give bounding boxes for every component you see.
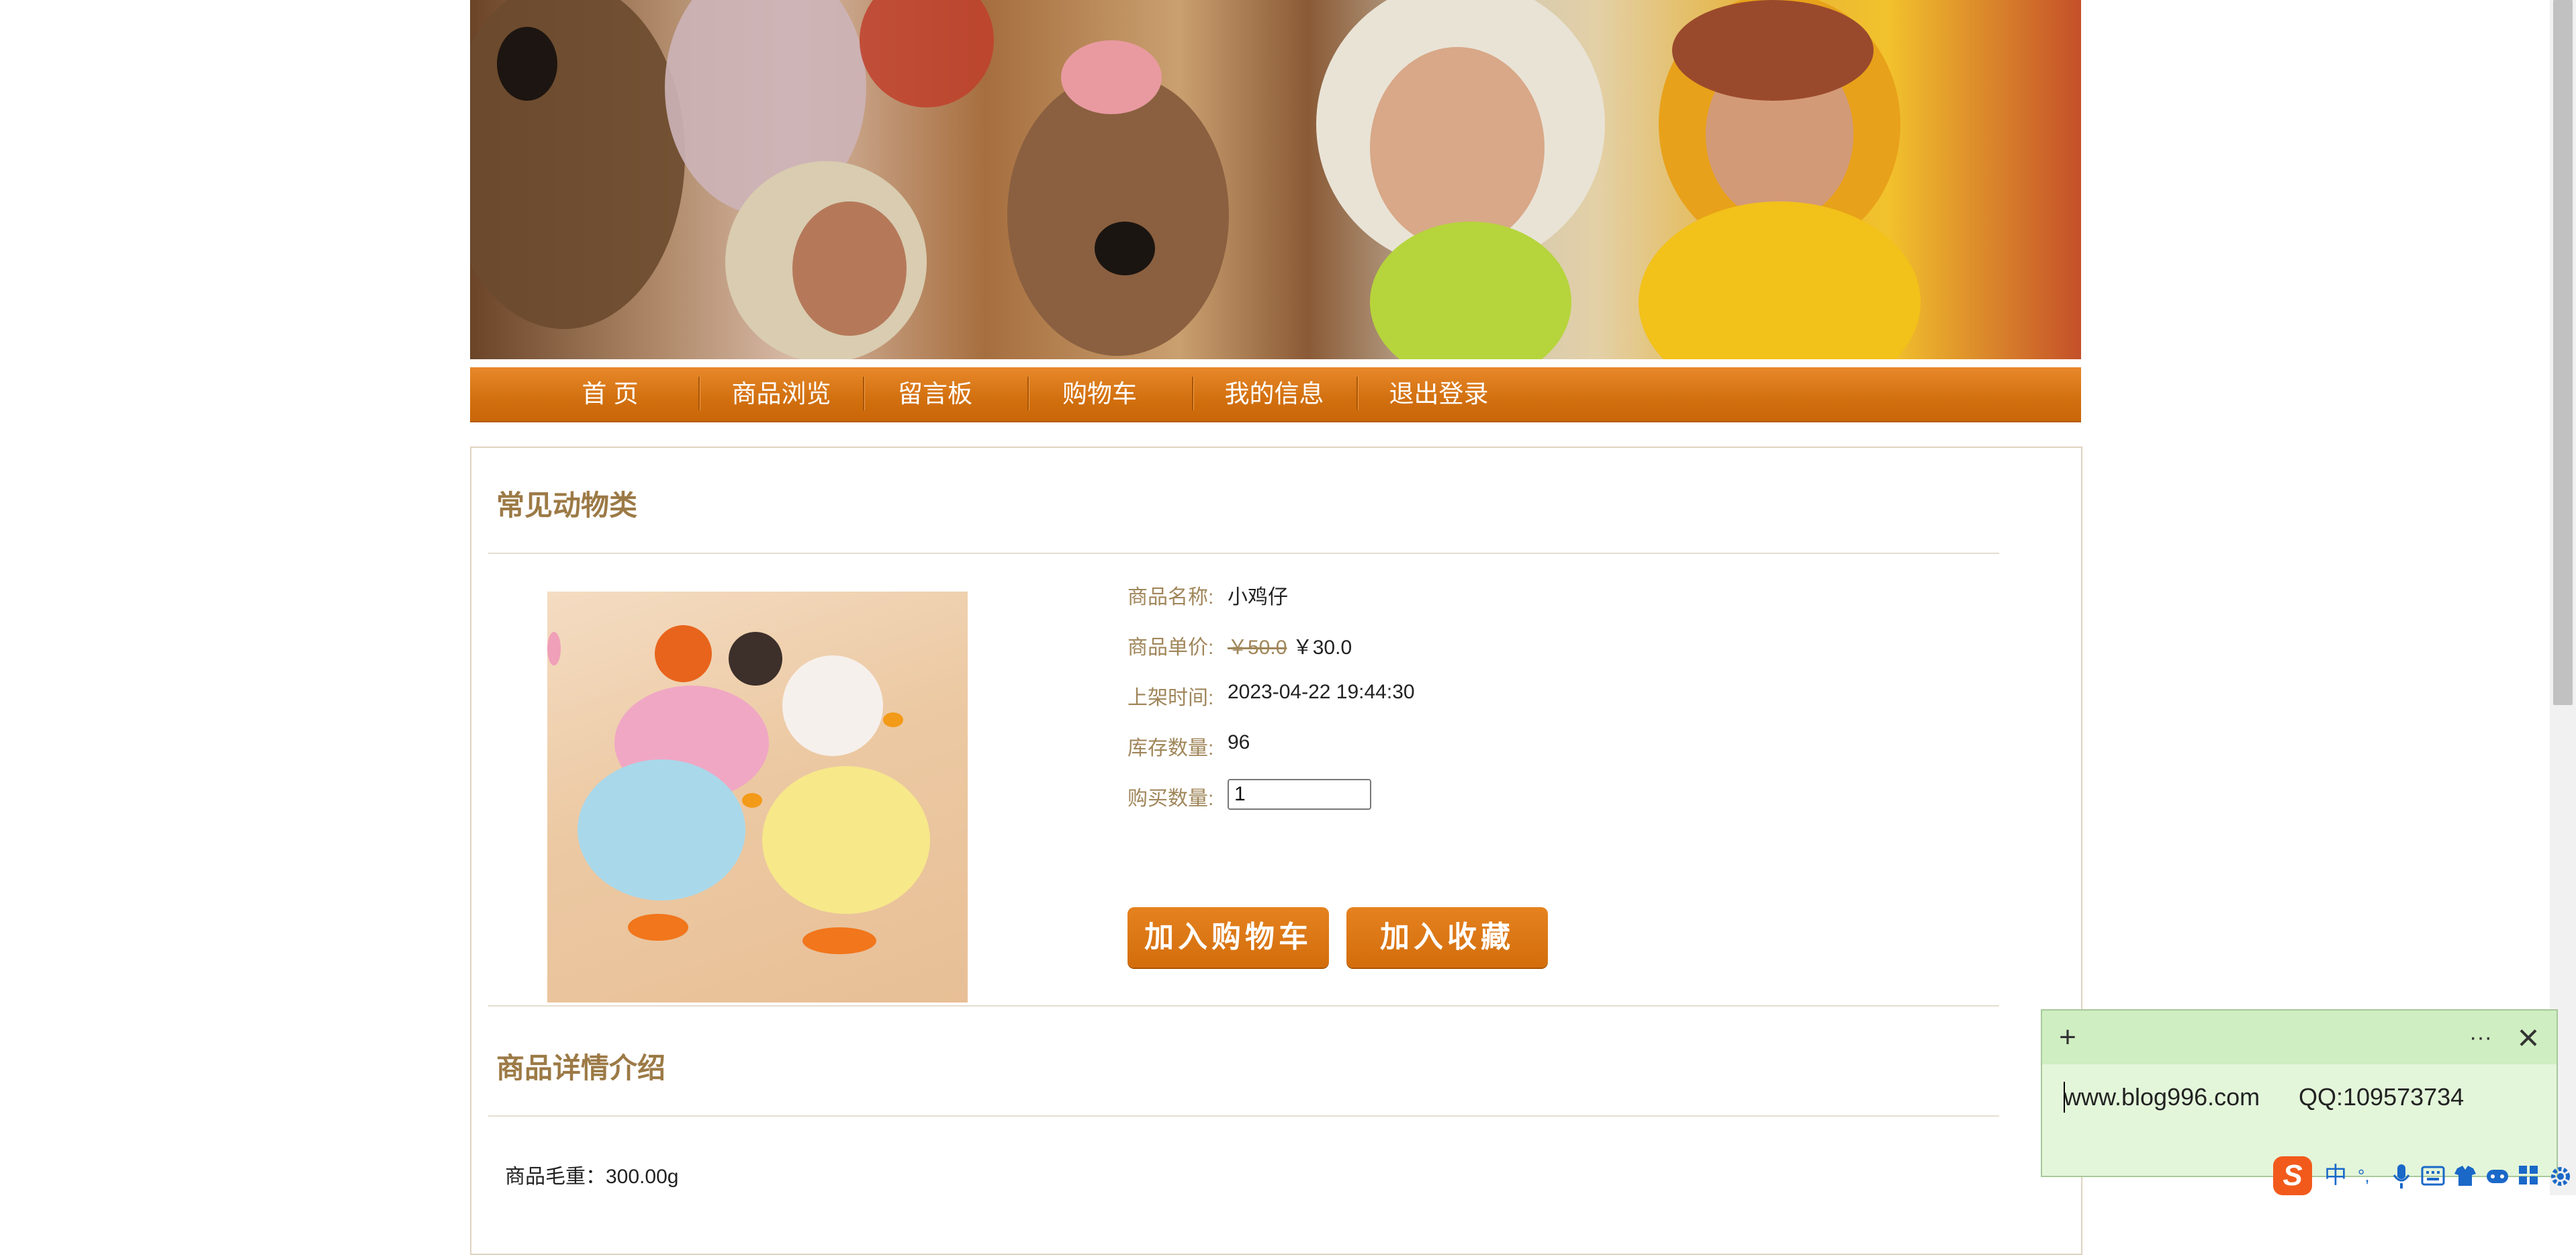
quantity-input[interactable]: [1228, 779, 1371, 810]
nav-message-board[interactable]: 留言板: [853, 367, 1017, 421]
note-website[interactable]: www.blog996.com: [2064, 1083, 2260, 1111]
ime-toolbar: S 中 °,: [2273, 1156, 2576, 1195]
divider: [488, 1005, 1999, 1007]
product-image: [547, 592, 968, 1003]
product-name: 小鸡仔: [1228, 586, 1288, 608]
banner-image: [470, 0, 2081, 365]
more-options-icon[interactable]: ···: [2460, 1016, 2501, 1059]
add-note-icon[interactable]: +: [2048, 1016, 2088, 1059]
close-icon[interactable]: ×: [2508, 1016, 2548, 1059]
nav-browse[interactable]: 商品浏览: [699, 367, 864, 421]
grid-icon[interactable]: [2518, 1164, 2540, 1187]
nav-cart[interactable]: 购物车: [1017, 367, 1182, 421]
divider: [488, 553, 1999, 554]
stock-count: 96: [1228, 731, 1250, 753]
nav-home[interactable]: 首 页: [528, 367, 692, 421]
product-panel: 常见动物类 商品名称: 小鸡仔 商品单价: ￥50.0 ￥30.0 上架时间: …: [470, 447, 2082, 1255]
skin-icon[interactable]: [2453, 1164, 2477, 1187]
scrollbar-thumb[interactable]: [2553, 0, 2573, 705]
stock-label: 库存数量:: [1128, 737, 1214, 759]
product-weight: 商品毛重：300.00g: [505, 1166, 679, 1188]
listed-time: 2023-04-22 19:44:30: [1228, 681, 1415, 703]
add-to-favorites-button[interactable]: 加入收藏: [1346, 907, 1548, 968]
keyboard-icon[interactable]: [2421, 1164, 2445, 1187]
price-values: ￥50.0 ￥30.0: [1228, 631, 1352, 660]
add-to-cart-button[interactable]: 加入购物车: [1128, 907, 1329, 968]
original-price: ￥50.0: [1228, 637, 1287, 659]
settings-icon[interactable]: [2548, 1164, 2573, 1189]
name-label: 商品名称:: [1128, 586, 1214, 608]
sogou-logo-icon[interactable]: S: [2273, 1156, 2312, 1195]
ime-mode-toggle[interactable]: 中: [2324, 1162, 2347, 1190]
price-label: 商品单价:: [1128, 637, 1214, 659]
mic-icon[interactable]: [2391, 1163, 2411, 1190]
qty-label: 购买数量:: [1128, 788, 1214, 810]
note-qq[interactable]: QQ:109573734: [2299, 1083, 2464, 1111]
listed-label: 上架时间:: [1128, 687, 1214, 709]
sticky-note[interactable]: + ··· × www.blog996.com QQ:109573734: [2041, 1009, 2558, 1177]
category-title: 常见动物类: [496, 490, 638, 521]
game-icon[interactable]: [2485, 1164, 2510, 1187]
sale-price: ￥30.0: [1292, 637, 1352, 659]
divider: [488, 1115, 1999, 1117]
ime-punctuation-toggle[interactable]: °,: [2358, 1162, 2370, 1190]
details-title: 商品详情介绍: [496, 1052, 666, 1084]
main-nav: 首 页 商品浏览 留言板 购物车 我的信息 退出登录: [470, 367, 2081, 422]
nav-my-info[interactable]: 我的信息: [1192, 367, 1356, 421]
nav-logout[interactable]: 退出登录: [1356, 367, 1521, 421]
